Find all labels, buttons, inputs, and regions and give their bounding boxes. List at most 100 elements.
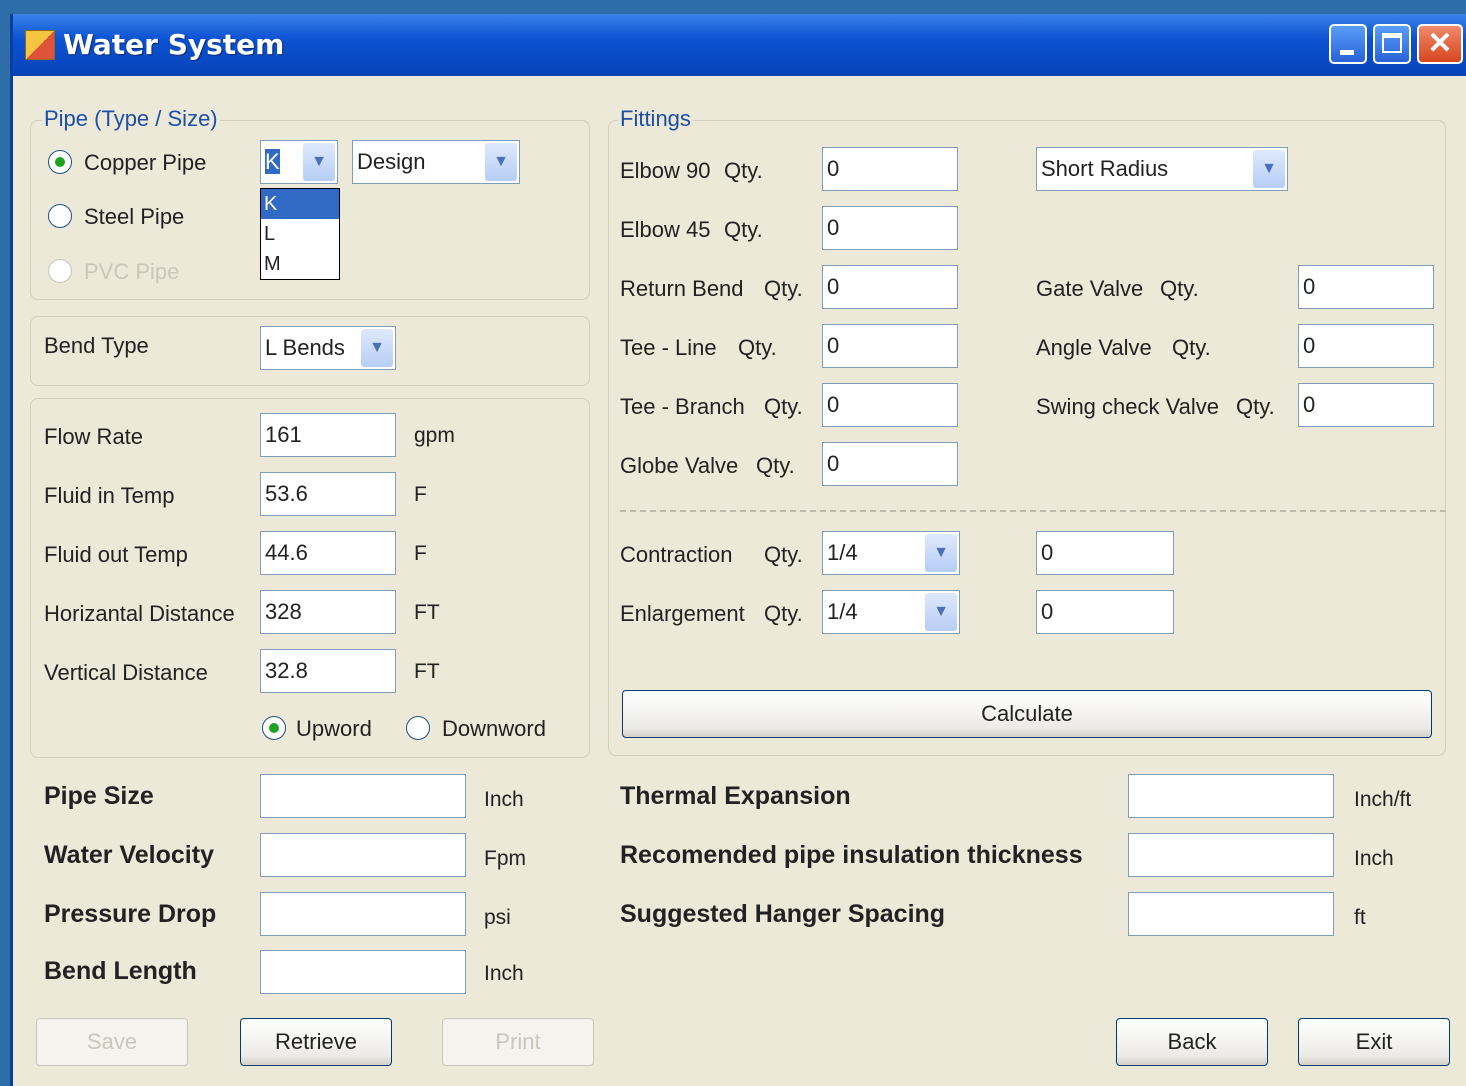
enlargement-ratio-select[interactable]: 1/4 ▼: [822, 590, 960, 634]
close-button[interactable]: ✕: [1417, 24, 1463, 64]
elbow45-qty-label: Qty.: [724, 217, 763, 242]
tee-branch-qty-label: Qty.: [764, 394, 803, 419]
pipe-type-dropdown-list[interactable]: K L M: [260, 188, 340, 280]
chevron-down-icon: ▼: [303, 143, 335, 181]
water-velocity-output[interactable]: [260, 833, 466, 877]
fittings-divider: [620, 510, 1446, 512]
elbow45-input[interactable]: 0: [822, 206, 958, 250]
minimize-button[interactable]: [1329, 24, 1367, 64]
angle-valve-input[interactable]: 0: [1298, 324, 1434, 368]
mode-value: Design: [357, 149, 426, 174]
upward-label: Upword: [296, 716, 372, 741]
return-bend-input[interactable]: 0: [822, 265, 958, 309]
thermal-expansion-unit: Inch/ft: [1354, 788, 1412, 811]
fluid-in-temp-label: Fluid in Temp: [44, 483, 175, 508]
bend-length-label: Bend Length: [44, 957, 197, 985]
swing-check-input[interactable]: 0: [1298, 383, 1434, 427]
tee-branch-input[interactable]: 0: [822, 383, 958, 427]
upward-radio[interactable]: [262, 716, 286, 740]
pressure-drop-output[interactable]: [260, 892, 466, 936]
globe-valve-qty-label: Qty.: [756, 453, 795, 478]
maximize-icon: [1382, 33, 1402, 53]
back-button[interactable]: Back: [1116, 1018, 1268, 1066]
steel-pipe-radio[interactable]: [48, 204, 72, 228]
pvc-pipe-label: PVC Pipe: [84, 259, 180, 284]
bend-length-output[interactable]: [260, 950, 466, 994]
globe-valve-input[interactable]: 0: [822, 442, 958, 486]
enlargement-label: Enlargement: [620, 601, 745, 626]
vertical-distance-input[interactable]: 32.8: [260, 649, 396, 693]
dropdown-option[interactable]: L: [261, 219, 339, 249]
fluid-out-temp-unit: F: [414, 542, 427, 565]
contraction-ratio-value: 1/4: [827, 540, 858, 565]
contraction-ratio-select[interactable]: 1/4 ▼: [822, 531, 960, 575]
downward-radio[interactable]: [406, 716, 430, 740]
print-button[interactable]: Print: [442, 1018, 594, 1066]
globe-valve-label: Globe Valve: [620, 453, 739, 478]
tee-line-qty-label: Qty.: [738, 335, 777, 360]
calculate-button[interactable]: Calculate: [622, 690, 1432, 738]
bend-type-value: L Bends: [265, 335, 345, 360]
title-bar[interactable]: Water System ✕: [13, 14, 1466, 76]
mode-select[interactable]: Design ▼: [352, 140, 520, 184]
retrieve-button[interactable]: Retrieve: [240, 1018, 392, 1066]
copper-pipe-radio[interactable]: [48, 150, 72, 174]
bend-length-unit: Inch: [484, 962, 524, 985]
pipe-size-unit: Inch: [484, 788, 524, 811]
horizontal-distance-unit: FT: [414, 601, 440, 624]
swing-check-label: Swing check Valve: [1036, 394, 1220, 419]
horizontal-distance-label: Horizantal Distance: [44, 601, 235, 626]
dropdown-option[interactable]: K: [261, 189, 339, 219]
elbow45-label: Elbow 45: [620, 217, 711, 242]
radius-select[interactable]: Short Radius ▼: [1036, 147, 1288, 191]
copper-pipe-label: Copper Pipe: [84, 150, 207, 175]
chevron-down-icon: ▼: [925, 593, 957, 631]
fluid-out-temp-label: Fluid out Temp: [44, 542, 188, 567]
gate-valve-input[interactable]: 0: [1298, 265, 1434, 309]
enlargement-ratio-value: 1/4: [827, 599, 858, 624]
enlargement-qty-label: Qty.: [764, 601, 803, 626]
fluid-out-temp-input[interactable]: 44.6: [260, 531, 396, 575]
dropdown-option[interactable]: M: [261, 249, 339, 279]
elbow90-input[interactable]: 0: [822, 147, 958, 191]
contraction-input[interactable]: 0: [1036, 531, 1174, 575]
fluid-in-temp-unit: F: [414, 483, 427, 506]
horizontal-distance-input[interactable]: 328: [260, 590, 396, 634]
contraction-label: Contraction: [620, 542, 733, 567]
fluid-in-temp-input[interactable]: 53.6: [260, 472, 396, 516]
return-bend-qty-label: Qty.: [764, 276, 803, 301]
enlargement-input[interactable]: 0: [1036, 590, 1174, 634]
swing-check-qty-label: Qty.: [1236, 394, 1275, 419]
radius-value: Short Radius: [1041, 156, 1169, 181]
downward-label: Downword: [442, 716, 546, 741]
bend-type-label: Bend Type: [44, 333, 149, 358]
insulation-thickness-output[interactable]: [1128, 833, 1334, 877]
tee-line-label: Tee - Line: [620, 335, 717, 360]
thermal-expansion-label: Thermal Expansion: [620, 782, 851, 810]
maximize-button[interactable]: [1373, 24, 1411, 64]
hanger-spacing-output[interactable]: [1128, 892, 1334, 936]
save-button[interactable]: Save: [36, 1018, 188, 1066]
exit-button[interactable]: Exit: [1298, 1018, 1450, 1066]
hanger-spacing-unit: ft: [1354, 906, 1366, 929]
pipe-size-output[interactable]: [260, 774, 466, 818]
pressure-drop-label: Pressure Drop: [44, 900, 217, 928]
chevron-down-icon: ▼: [925, 534, 957, 572]
thermal-expansion-output[interactable]: [1128, 774, 1334, 818]
flow-rate-input[interactable]: 161: [260, 413, 396, 457]
flow-rate-label: Flow Rate: [44, 424, 144, 449]
chevron-down-icon: ▼: [1253, 150, 1285, 188]
pipe-size-label: Pipe Size: [44, 782, 154, 810]
bend-type-select[interactable]: L Bends ▼: [260, 326, 396, 370]
water-velocity-label: Water Velocity: [44, 841, 214, 869]
pipe-type-select[interactable]: K ▼: [260, 140, 338, 184]
tee-line-input[interactable]: 0: [822, 324, 958, 368]
pvc-pipe-radio[interactable]: [48, 259, 72, 283]
fittings-label: Fittings: [618, 106, 693, 132]
minimize-icon: [1340, 50, 1354, 55]
steel-pipe-label: Steel Pipe: [84, 204, 185, 229]
insulation-thickness-label: Recomended pipe insulation thickness: [620, 841, 1083, 869]
gate-valve-qty-label: Qty.: [1160, 276, 1199, 301]
chevron-down-icon: ▼: [361, 329, 393, 367]
window-title: Water System: [63, 28, 285, 61]
